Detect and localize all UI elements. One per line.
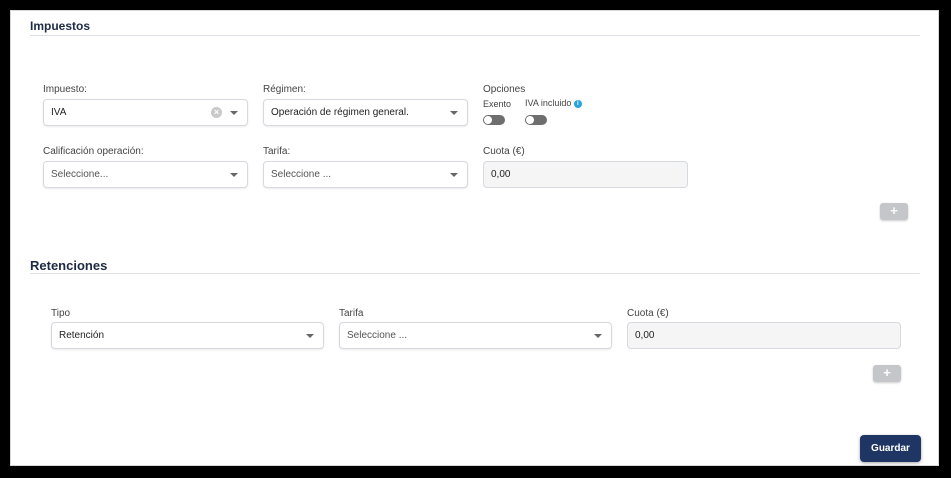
calificacion-placeholder: Seleccione... [51, 169, 109, 180]
iva-incluido-label: IVA incluido [525, 98, 572, 108]
retencion-cuota-input[interactable]: 0,00 [627, 322, 901, 349]
chevron-down-icon [450, 172, 458, 177]
calificacion-label: Calificación operación: [43, 146, 144, 157]
impuesto-select[interactable]: IVA × [43, 99, 248, 126]
iva-incluido-toggle[interactable] [525, 115, 547, 125]
add-retencion-button[interactable]: + [873, 365, 901, 382]
add-impuesto-button[interactable]: + [880, 203, 908, 220]
retencion-tarifa-placeholder: Seleccione ... [347, 330, 408, 341]
tarifa-placeholder: Seleccione ... [271, 169, 332, 180]
tarifa-label: Tarifa: [263, 146, 291, 157]
exento-toggle[interactable] [483, 115, 505, 125]
toggle-knob [526, 116, 534, 124]
impuestos-divider [30, 35, 920, 36]
retenciones-divider [30, 273, 920, 274]
calificacion-select[interactable]: Seleccione... [43, 161, 248, 188]
tipo-label: Tipo [51, 308, 71, 319]
retenciones-title: Retenciones [30, 258, 108, 273]
tipo-select[interactable]: Retención [51, 322, 324, 349]
tarifa-select[interactable]: Seleccione ... [263, 161, 468, 188]
chevron-down-icon [450, 110, 458, 115]
chevron-down-icon [230, 110, 238, 115]
info-icon[interactable]: i [573, 99, 582, 108]
retencion-tarifa-select[interactable]: Seleccione ... [339, 322, 612, 349]
regimen-value: Operación de régimen general. [271, 107, 409, 118]
chevron-down-icon [230, 172, 238, 177]
form-panel: Impuestos Impuesto: IVA × Régimen: Opera… [10, 10, 939, 466]
chevron-down-icon [306, 333, 314, 338]
retencion-tarifa-label: Tarifa [339, 308, 364, 319]
regimen-label: Régimen: [263, 84, 306, 95]
save-button[interactable]: Guardar [860, 435, 921, 462]
chevron-down-icon [594, 333, 602, 338]
cuota-input[interactable]: 0,00 [483, 161, 688, 188]
clear-icon[interactable]: × [211, 107, 222, 118]
toggle-knob [484, 116, 492, 124]
iva-incluido-label-wrap: IVA incluido i [525, 98, 582, 108]
impuesto-value: IVA [51, 107, 67, 118]
tipo-value: Retención [59, 330, 105, 341]
impuesto-label: Impuesto: [43, 84, 87, 95]
regimen-select[interactable]: Operación de régimen general. [263, 99, 468, 126]
cuota-label: Cuota (€) [483, 146, 525, 157]
exento-label: Exento [483, 99, 512, 109]
impuestos-title: Impuestos [30, 19, 91, 33]
retencion-cuota-label: Cuota (€) [627, 308, 669, 319]
opciones-label: Opciones [483, 84, 526, 95]
